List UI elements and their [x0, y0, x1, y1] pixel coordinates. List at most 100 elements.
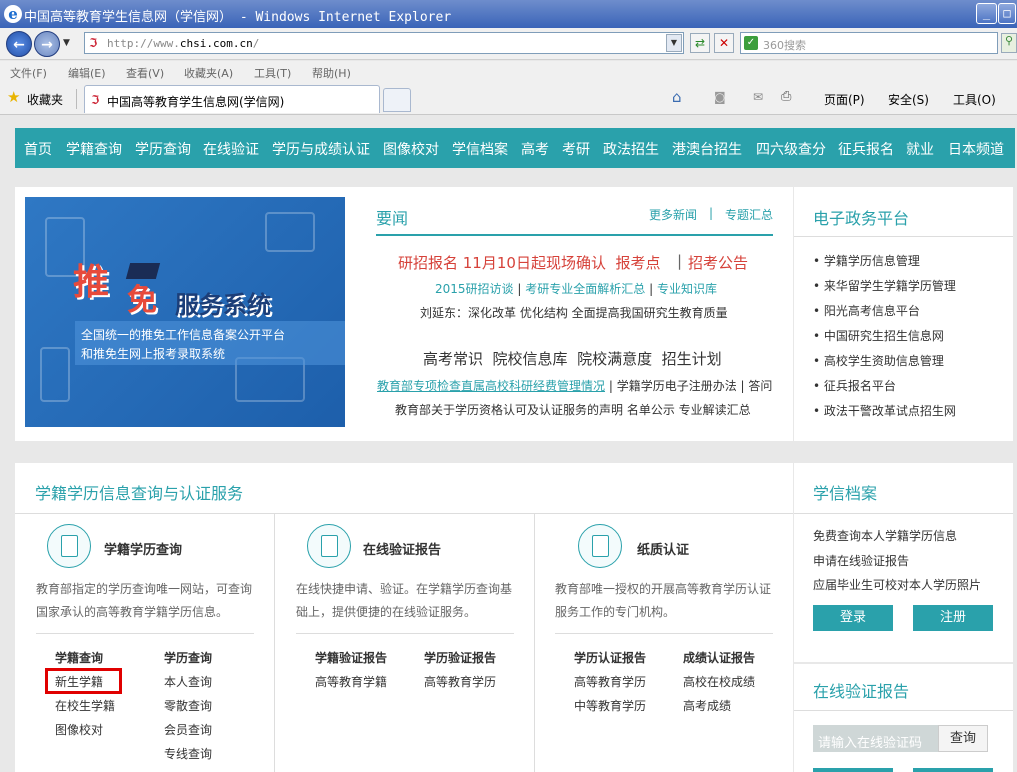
archive-item[interactable]: 申请在线验证报告	[813, 552, 909, 569]
service-name[interactable]: 纸质认证	[637, 539, 689, 558]
link-enrolled-student[interactable]: 在校生学籍	[55, 697, 115, 714]
news-link[interactable]: 2015研招访谈	[435, 282, 514, 296]
menu-file[interactable]: 文件(F)	[10, 65, 47, 81]
menu-favorites[interactable]: 收藏夹(A)	[184, 65, 233, 81]
link-cert[interactable]: 中等教育学历	[574, 697, 646, 714]
egov-item[interactable]: • 来华留学生学籍学历管理	[813, 277, 956, 294]
group-head: 学历认证报告	[574, 651, 647, 665]
egov-item[interactable]: • 征兵报名平台	[813, 377, 896, 394]
nav-item[interactable]: 图像校对	[383, 139, 439, 159]
nav-item[interactable]: 四六级查分	[756, 139, 826, 159]
news-links[interactable]: | 学籍学历电子注册办法 | 答问	[609, 379, 773, 393]
register-button[interactable]: 注册	[913, 605, 993, 631]
service-name[interactable]: 学籍学历查询	[104, 539, 182, 558]
news-gaokao-links[interactable]: 高考常识 院校信息库 院校满意度 招生计划	[423, 348, 722, 369]
news-sep: |	[517, 282, 522, 296]
mail-icon[interactable]: ✉	[753, 90, 763, 104]
egov-item[interactable]: • 学籍学历信息管理	[813, 252, 920, 269]
tab-title: 中国高等教育学生信息网(学信网)	[107, 95, 285, 109]
page-menu[interactable]: 页面(P)	[824, 91, 865, 108]
nav-item[interactable]: 考研	[562, 139, 590, 159]
news-link[interactable]: 教育部专项检查直属高校科研经费管理情况	[377, 379, 605, 393]
news-link[interactable]: 考研专业全面解析汇总	[525, 282, 645, 296]
back-button[interactable]: ←	[6, 31, 32, 57]
login-button[interactable]: 登录	[813, 605, 893, 631]
nav-item[interactable]: 学籍查询	[66, 139, 122, 159]
link-member-query[interactable]: 会员查询	[164, 721, 212, 738]
link-report[interactable]: 高等教育学籍	[315, 673, 387, 690]
verify-query-button[interactable]: 查询	[938, 725, 988, 752]
archive-divider	[794, 513, 1013, 514]
nav-item[interactable]: 在线验证	[203, 139, 259, 159]
verify-divider	[794, 710, 1013, 711]
col-divider	[534, 514, 535, 772]
verify-extra-button[interactable]	[813, 768, 893, 772]
url-dropdown-icon[interactable]: ▼	[666, 34, 682, 52]
archive-item[interactable]: 应届毕业生可校对本人学历照片	[813, 576, 981, 593]
new-tab-button[interactable]	[383, 88, 411, 112]
nav-item[interactable]: 学信档案	[452, 139, 508, 159]
nav-item[interactable]: 学历与成绩认证	[272, 139, 370, 159]
print-icon[interactable]: ⎙	[781, 89, 791, 104]
minimize-button[interactable]: _	[976, 3, 997, 24]
link-cert[interactable]: 高校在校成绩	[683, 673, 755, 690]
search-doc-icon	[47, 524, 91, 568]
link-cert[interactable]: 高等教育学历	[574, 673, 646, 690]
news-link[interactable]: 专业知识库	[657, 282, 717, 296]
verify-extra-button[interactable]	[913, 768, 993, 772]
link-dedicated-query[interactable]: 专线查询	[164, 745, 212, 762]
safety-menu[interactable]: 安全(S)	[888, 91, 929, 108]
nav-item[interactable]: 日本频道	[948, 139, 1004, 159]
service-name[interactable]: 在线验证报告	[363, 539, 441, 558]
nav-item[interactable]: 征兵报名	[838, 139, 894, 159]
history-dropdown-icon[interactable]: ▼	[63, 38, 70, 48]
maximize-button[interactable]: □	[998, 3, 1016, 24]
nav-item[interactable]: 首页	[24, 139, 52, 159]
feeds-icon[interactable]: ◙	[714, 90, 726, 104]
forward-button[interactable]: →	[34, 31, 60, 57]
col-divider	[274, 514, 275, 772]
banner-recommend-system[interactable]: 推 免 服务系统 全国统一的推免工作信息备案公开平台 和推免生网上报考录取系统	[25, 197, 345, 427]
news-sep: |	[709, 206, 714, 220]
search-input[interactable]: ✓ 360搜索	[740, 32, 998, 54]
news-link[interactable]: 刘延东：深化改革 优化结构 全面提高我国研究生教育质量	[420, 304, 728, 321]
report-doc-icon	[307, 524, 351, 568]
news-headline[interactable]: 研招报名 11月10日起现场确认 报考点	[398, 252, 660, 273]
verify-code-input[interactable]: 请输入在线验证码	[813, 725, 938, 752]
tools-menu[interactable]: 工具(O)	[953, 91, 996, 108]
link-report[interactable]: 高等教育学历	[424, 673, 496, 690]
egov-item[interactable]: • 高校学生资助信息管理	[813, 352, 944, 369]
banner-title-char: 推	[73, 262, 110, 303]
link-cert[interactable]: 高考成绩	[683, 697, 731, 714]
search-go-icon[interactable]: ⚲	[1001, 33, 1017, 53]
egov-item[interactable]: • 政法干警改革试点招生网	[813, 402, 956, 419]
menu-tools[interactable]: 工具(T)	[254, 65, 291, 81]
link-image-check[interactable]: 图像校对	[55, 721, 103, 738]
refresh-icon[interactable]: ⇄	[690, 33, 710, 53]
egov-item[interactable]: • 中国研究生招生信息网	[813, 327, 944, 344]
browser-tab[interactable]: ℑ 中国高等教育学生信息网(学信网)	[84, 85, 380, 113]
url-input[interactable]: ℑ http://www.chsi.com.cn/ ▼	[84, 32, 684, 54]
link-self-query[interactable]: 本人查询	[164, 673, 212, 690]
nav-item[interactable]: 就业	[906, 139, 934, 159]
nav-item[interactable]: 政法招生	[603, 139, 659, 159]
nav-item[interactable]: 学历查询	[135, 139, 191, 159]
link-new-student[interactable]: 新生学籍	[55, 673, 103, 690]
news-topics-link[interactable]: 专题汇总	[725, 206, 773, 223]
news-link[interactable]: 教育部关于学历资格认可及认证服务的声明 名单公示 专业解读汇总	[395, 401, 751, 418]
archive-item[interactable]: 免费查询本人学籍学历信息	[813, 527, 957, 544]
favorites-star-icon: ★	[7, 88, 21, 106]
nav-item[interactable]: 高考	[521, 139, 549, 159]
menu-help[interactable]: 帮助(H)	[312, 65, 351, 81]
nav-item[interactable]: 港澳台招生	[672, 139, 742, 159]
favorites-button[interactable]: 收藏夹	[27, 91, 63, 108]
search-placeholder: 360搜索	[763, 39, 806, 52]
news-more-link[interactable]: 更多新闻	[649, 206, 697, 223]
menu-view[interactable]: 查看(V)	[126, 65, 164, 81]
egov-item[interactable]: • 阳光高考信息平台	[813, 302, 920, 319]
stop-icon[interactable]: ✕	[714, 33, 734, 53]
home-icon[interactable]: ⌂	[672, 88, 682, 106]
link-single-query[interactable]: 零散查询	[164, 697, 212, 714]
news-headline-link[interactable]: 招考公告	[688, 252, 748, 273]
menu-edit[interactable]: 编辑(E)	[68, 65, 106, 81]
